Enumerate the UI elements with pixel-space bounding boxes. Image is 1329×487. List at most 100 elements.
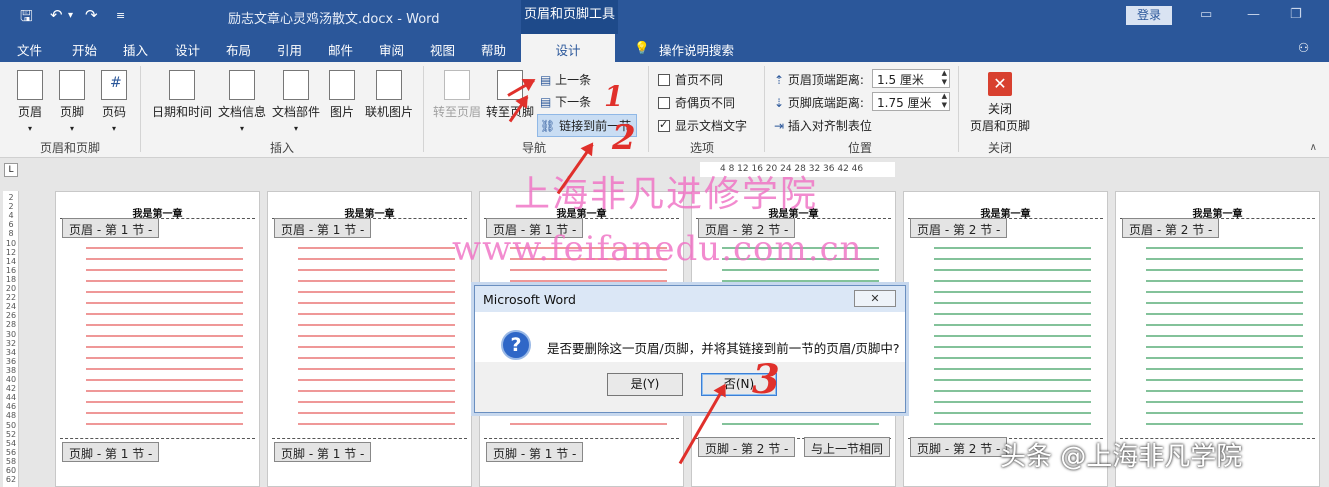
calendar-icon	[169, 70, 195, 100]
close-header-footer-button[interactable]: ✕ 关闭 页眉和页脚	[966, 72, 1034, 134]
show-document-text-checkbox[interactable]: 显示文档文字	[658, 117, 747, 134]
share-icon[interactable]: ⚇	[1298, 40, 1309, 55]
online-picture-icon	[376, 70, 402, 100]
collapse-ribbon-icon[interactable]: ∧	[1310, 142, 1317, 153]
quick-parts-button[interactable]: 文档部件 ▾	[270, 70, 322, 134]
ruler-tick-label: 2	[8, 202, 14, 212]
tab-help[interactable]: 帮助	[481, 40, 506, 59]
tab-mailings[interactable]: 邮件	[328, 40, 353, 59]
ruler-tick-label: 16	[5, 265, 17, 275]
login-button[interactable]: 登录	[1126, 6, 1172, 25]
close-icon: ✕	[870, 292, 880, 305]
spinner-arrows-icon[interactable]: ▲ ▼	[942, 92, 947, 110]
page-number-icon: #	[101, 70, 127, 100]
previous-section-button[interactable]: ▤ 上一条	[540, 71, 591, 88]
tab-home[interactable]: 开始	[72, 40, 97, 59]
goto-header-button[interactable]: 转至页眉	[432, 70, 482, 120]
ruler-tick-label: 14	[5, 256, 17, 266]
header-icon	[17, 70, 43, 100]
title-bar: 🖫 ↶ ▾ ↷ ≡ 励志文章心灵鸡汤散文.docx - Word 页眉和页脚工具…	[0, 0, 1329, 34]
spinner-arrows-icon[interactable]: ▲ ▼	[942, 69, 947, 87]
document-title: 励志文章心灵鸡汤散文.docx - Word	[228, 12, 440, 27]
quick-parts-icon	[283, 70, 309, 100]
page-thumbnail[interactable]: 我是第一章 页眉 - 第 1 节 - 页脚 - 第 1 节 -	[267, 191, 472, 487]
tab-file[interactable]: 文件	[17, 40, 42, 59]
footer-boundary	[60, 438, 255, 439]
footer-button[interactable]: 页脚 ▾	[56, 70, 88, 134]
next-icon: ▤	[540, 95, 556, 109]
ruler-tick-label: 20	[5, 284, 17, 293]
vertical-ruler[interactable]: 2 2 4 6 8 10 12 14 16 18 20 22 24 26 28 30 32 34 36 38 40 42 4…	[3, 191, 19, 487]
header-section-tag: 页眉 - 第 1 节 -	[274, 218, 372, 238]
insert-alignment-tab-button[interactable]: ⇥ 插入对齐制表位	[774, 117, 872, 134]
ruler-tick-label: 32	[5, 338, 17, 348]
date-time-button[interactable]: 日期和时间	[150, 70, 214, 120]
ruler-tick-label: 62	[5, 475, 17, 485]
body-text	[298, 242, 455, 430]
link-icon: ⛓	[540, 119, 560, 133]
save-icon[interactable]: 🖫	[20, 6, 33, 31]
ribbon-tabs: 文件 开始 插入 设计 布局 引用 邮件 审阅 视图 帮助 设计 💡 操作说明搜…	[0, 34, 1329, 64]
page-number-button[interactable]: # 页码 ▾	[98, 70, 130, 134]
online-picture-button[interactable]: 联机图片	[363, 70, 415, 120]
close-icon: ✕	[988, 72, 1012, 96]
page-thumbnail[interactable]: 我是第一章 页眉 - 第 1 节 - 页脚 - 第 1 节 -	[55, 191, 260, 487]
source-credit: 头条 @上海非凡学院	[1000, 442, 1243, 472]
divider	[958, 66, 959, 152]
ruler-tick-label: 56	[5, 447, 17, 457]
tab-review[interactable]: 审阅	[379, 40, 404, 59]
minimize-icon[interactable]: —	[1247, 7, 1260, 22]
picture-button[interactable]: 图片	[326, 70, 358, 120]
group-label-insert: 插入	[270, 141, 295, 155]
yes-button[interactable]: 是(Y)	[607, 373, 683, 396]
same-as-previous-tag: 与上一节相同	[804, 437, 891, 457]
footer-boundary	[484, 438, 679, 439]
tab-layout[interactable]: 布局	[226, 40, 251, 59]
ruler-tick-label: 18	[5, 274, 17, 284]
ruler-tick-label: 54	[5, 438, 17, 448]
footer-icon	[59, 70, 85, 100]
header-top-spinner[interactable]: 1.5 厘米 ▲ ▼	[872, 69, 950, 88]
ruler-tick-label: 48	[5, 411, 17, 421]
redo-icon[interactable]: ↷	[85, 6, 98, 24]
ruler-tick-label: 10	[5, 238, 17, 248]
divider	[764, 66, 765, 152]
footer-section-tag: 页脚 - 第 1 节 -	[486, 442, 584, 462]
undo-icon[interactable]: ↶	[50, 6, 63, 24]
annotation-number-1: 1	[604, 80, 624, 113]
tab-design-header-footer[interactable]: 设计	[521, 34, 615, 64]
footer-boundary	[272, 438, 467, 439]
customize-quick-access-icon[interactable]: ≡	[116, 9, 125, 22]
ruler-tick-label: 42	[5, 384, 17, 394]
document-info-button[interactable]: 文档信息 ▾	[216, 70, 268, 134]
divider	[140, 66, 141, 152]
tell-me-search[interactable]: 操作说明搜索	[659, 40, 734, 59]
ruler-tick-label: 38	[5, 365, 17, 375]
tab-view[interactable]: 视图	[430, 40, 455, 59]
next-section-button[interactable]: ▤ 下一条	[540, 93, 591, 110]
dialog-close-button[interactable]: ✕	[854, 290, 896, 307]
tab-design-doc[interactable]: 设计	[175, 40, 200, 59]
ruler-tick-label: 60	[5, 466, 17, 475]
ruler-tick-label: 26	[5, 311, 17, 321]
ribbon-display-icon[interactable]: ▭	[1200, 7, 1212, 22]
body-text	[934, 242, 1091, 430]
header-section-tag: 页眉 - 第 2 节 -	[1122, 218, 1220, 238]
dialog-message: 是否要删除这一页眉/页脚，并将其链接到前一节的页眉/页脚中?	[547, 341, 900, 356]
undo-dropdown-icon[interactable]: ▾	[68, 10, 73, 21]
footer-bottom-spinner[interactable]: 1.75 厘米 ▲ ▼	[872, 92, 950, 111]
ruler-tick-label: 2	[8, 193, 14, 202]
tab-references[interactable]: 引用	[277, 40, 302, 59]
ruler-tick-label: 50	[5, 420, 17, 430]
footer-position-icon: ⇣	[774, 96, 788, 110]
question-icon: ?	[501, 330, 531, 360]
tab-selector-icon[interactable]: L	[4, 163, 18, 177]
different-first-page-checkbox[interactable]: 首页不同	[658, 71, 723, 88]
different-odd-even-checkbox[interactable]: 奇偶页不同	[658, 94, 735, 111]
header-footer-tools-label: 页眉和页脚工具	[521, 0, 618, 34]
restore-icon[interactable]: ❐	[1290, 7, 1302, 22]
ruler-tick-label: 34	[5, 347, 17, 357]
ruler-tick-label: 58	[5, 456, 17, 466]
tab-insert[interactable]: 插入	[123, 40, 148, 59]
header-button[interactable]: 页眉 ▾	[14, 70, 46, 134]
